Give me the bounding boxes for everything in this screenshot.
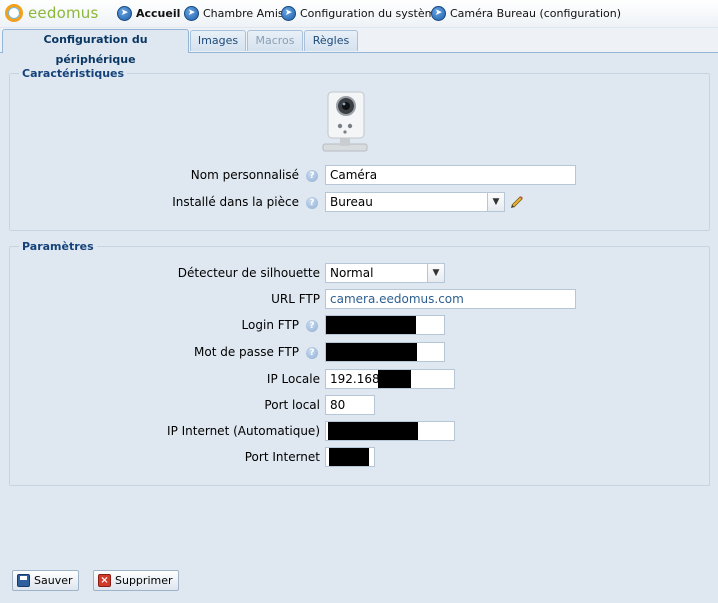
logo-text: eedomus (28, 4, 99, 22)
save-button[interactable]: Sauver (12, 570, 79, 591)
local-ip-input[interactable]: 192.168 (325, 369, 455, 389)
ftp-password-input[interactable] (325, 342, 445, 362)
silhouette-row: Détecteur de silhouette (0, 263, 320, 285)
ftp-password-row: Mot de passe FTP ? (0, 342, 320, 364)
help-icon[interactable]: ? (306, 320, 318, 332)
ftp-url-label: URL FTP (271, 292, 320, 306)
name-input[interactable]: Caméra (325, 165, 576, 185)
internet-port-label: Port Internet (244, 450, 320, 464)
redacted-block (326, 316, 416, 334)
help-icon[interactable]: ? (306, 347, 318, 359)
ftp-login-row: Login FTP ? (0, 315, 320, 337)
breadcrumb-configuration-systeme[interactable]: ➤ Configuration du système (281, 5, 442, 21)
local-ip-value: 192.168 (330, 372, 380, 386)
arrow-circle-icon: ➤ (117, 5, 132, 21)
redacted-block (328, 422, 418, 440)
chevron-down-icon: ▼ (427, 264, 444, 282)
name-label: Nom personnalisé (190, 168, 299, 182)
eedomus-logo[interactable]: eedomus (5, 3, 99, 23)
help-icon[interactable]: ? (306, 197, 318, 209)
tab-regles[interactable]: Règles (304, 30, 358, 51)
ftp-login-input[interactable] (325, 315, 445, 335)
logo-icon (5, 4, 23, 22)
internet-port-input (325, 447, 375, 467)
local-ip-row: IP Locale (0, 369, 320, 391)
internet-ip-input (325, 421, 455, 441)
arrow-circle-icon: ➤ (431, 5, 446, 21)
tab-images[interactable]: Images (190, 30, 246, 51)
internet-ip-row: IP Internet (Automatique) (0, 421, 320, 443)
tab-configuration-peripherique[interactable]: Configuration du périphérique (2, 29, 189, 66)
redacted-block (329, 448, 369, 466)
tab-bar: Configuration du périphérique Images Mac… (0, 28, 718, 66)
local-port-input[interactable]: 80 (325, 395, 375, 415)
ftp-login-label: Login FTP (241, 318, 299, 332)
tab-macros: Macros (247, 30, 303, 51)
arrow-circle-icon: ➤ (184, 5, 199, 21)
delete-icon: × (98, 574, 111, 587)
breadcrumb-home[interactable]: ➤ Accueil (117, 5, 180, 21)
arrow-circle-icon: ➤ (281, 5, 296, 21)
internet-port-row: Port Internet (0, 447, 320, 469)
breadcrumb-camera-bureau[interactable]: ➤ Caméra Bureau (configuration) (431, 5, 621, 21)
save-button-label: Sauver (34, 574, 73, 587)
silhouette-label: Détecteur de silhouette (177, 266, 320, 280)
characteristics-legend: Caractéristiques (19, 67, 128, 80)
local-port-label: Port local (264, 398, 320, 412)
local-port-row: Port local (0, 395, 320, 417)
chevron-down-icon: ▼ (487, 193, 504, 211)
ftp-password-label: Mot de passe FTP (194, 345, 299, 359)
room-select[interactable]: Bureau ▼ (325, 192, 505, 212)
camera-device-image (322, 91, 368, 152)
silhouette-select-value: Normal (330, 266, 374, 280)
top-bar: eedomus ➤ Accueil ➤ Chambre Amis ➤ Confi… (0, 0, 718, 27)
ftp-url-input[interactable]: camera.eedomus.com (325, 289, 576, 309)
redacted-block (378, 370, 411, 388)
help-icon[interactable]: ? (306, 170, 318, 182)
name-row: Nom personnalisé ? (0, 165, 320, 187)
pencil-icon[interactable] (509, 193, 525, 209)
internet-ip-label: IP Internet (Automatique) (167, 424, 320, 438)
delete-button-label: Supprimer (115, 574, 173, 587)
room-row: Installé dans la pièce ? (0, 192, 320, 214)
floppy-disk-icon (17, 574, 30, 587)
delete-button[interactable]: × Supprimer (93, 570, 179, 591)
breadcrumb-chambre-amis[interactable]: ➤ Chambre Amis (184, 5, 284, 21)
room-label: Installé dans la pièce (172, 195, 299, 209)
room-select-value: Bureau (330, 195, 373, 209)
parameters-legend: Paramètres (19, 240, 97, 253)
local-ip-label: IP Locale (266, 372, 320, 386)
silhouette-select[interactable]: Normal ▼ (325, 263, 445, 283)
ftp-url-row: URL FTP (0, 289, 320, 311)
redacted-block (326, 343, 417, 361)
